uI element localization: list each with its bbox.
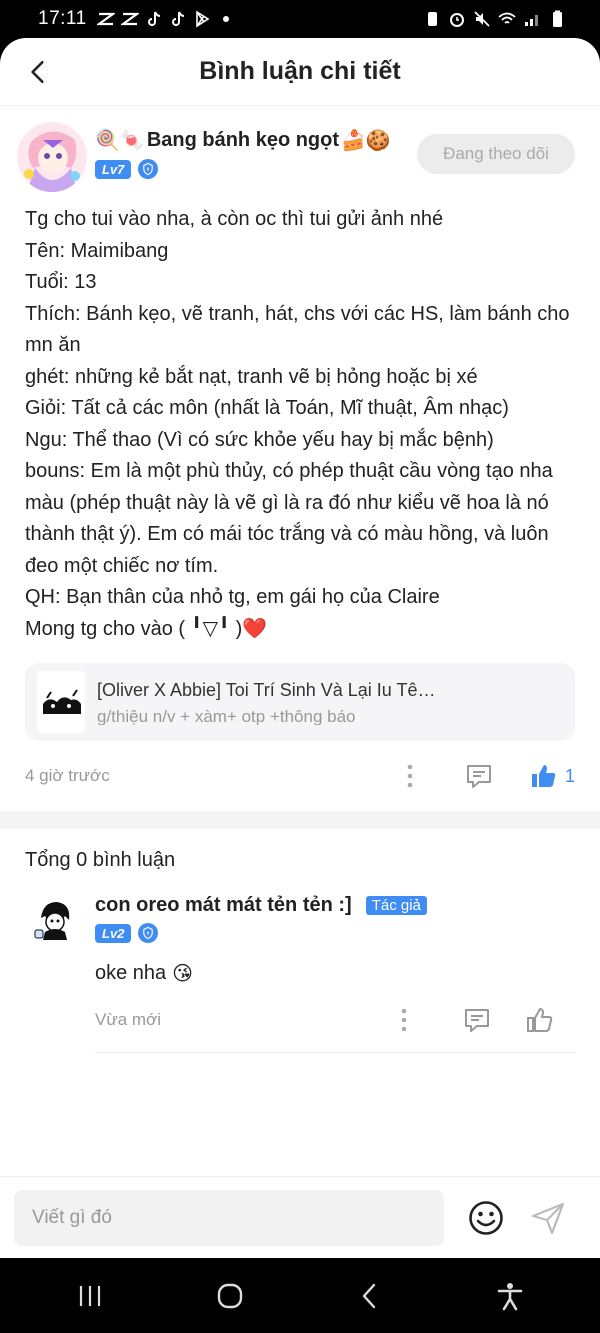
avatar[interactable] [17,122,87,192]
dot-icon [217,10,235,28]
reply-button[interactable] [465,762,493,790]
post-time: 4 giờ trước [25,766,110,785]
post-author-name[interactable]: 🍭🍬 Bang bánh kẹo ngọt 🍰🍪 [95,128,391,153]
kiss-emoji: 😘 [172,963,194,985]
header: Bình luận chi tiết [0,38,600,106]
verified-shield-icon [138,159,159,179]
comment-footer: Vừa mới [95,1006,575,1053]
like-button[interactable] [525,1006,553,1034]
send-button[interactable] [530,1200,566,1236]
content-line: Giỏi: Tất cả các môn (nhất là Toán, Mĩ t… [25,397,509,419]
linked-story-card[interactable]: [Oliver X Abbie] Toi Trí Sinh Và Lại Iu … [25,663,575,741]
tiktok-icon [145,10,163,28]
recents-icon [79,1285,101,1306]
mute-icon [473,10,491,28]
post: 🍭🍬 Bang bánh kẹo ngọt 🍰🍪 Lv7 Đang theo d… [0,106,600,811]
story-subtitle: g/thiệu n/v + xàm+ otp +thông báo [97,706,356,725]
back-nav-button[interactable] [350,1276,390,1316]
more-vertical-icon [407,764,413,788]
chevron-left-icon [31,60,44,84]
story-title: [Oliver X Abbie] Toi Trí Sinh Và Lại Iu … [97,679,436,700]
wifi-icon [498,10,516,28]
comment-item: con oreo mát mát tẻn tẻn :] Tác giả Lv2 … [25,894,575,1053]
content-line: ghét: những kẻ bắt nạt, tranh vẽ bị hỏng… [25,365,478,388]
content-line: Thích: Bánh kẹo, vẽ tranh, hát, chs với … [25,302,576,357]
accessibility-icon [497,1282,523,1310]
accessibility-button[interactable] [490,1276,530,1316]
author-badge: Tác giả [365,896,427,915]
story-thumbnail [37,671,85,733]
content-line: Tên: Maimibang [25,239,169,262]
back-button[interactable] [20,54,56,90]
signal-icon [523,10,541,28]
post-content: Tg cho tui vào nha, à còn oc thì tui gửi… [25,204,575,645]
app-surface: Bình luận chi tiết 🍭🍬 Bang bánh kẹo ngọt… [0,38,600,1258]
battery-icon [548,10,566,28]
comment-input[interactable]: Viết gì đó [14,1189,444,1246]
comment-icon [466,765,491,788]
recent-apps-button[interactable] [70,1276,110,1316]
back-icon [362,1283,376,1308]
page-title: Bình luận chi tiết [199,57,401,85]
content-line: Ngu: Thể thao (Vì có sức khỏe yếu hay bị… [25,428,494,451]
post-footer: 4 giờ trước 1 [25,741,575,811]
home-button[interactable] [210,1276,250,1316]
level-badge: Lv7 [95,159,132,179]
comment-icon [465,1009,489,1032]
like-button[interactable] [529,762,557,790]
comments-total: Tổng 0 bình luận [25,849,176,871]
alarm-icon [448,10,466,28]
play-store-icon [193,10,211,28]
thumbs-up-icon [527,1008,553,1032]
reply-button[interactable] [463,1006,491,1034]
more-vertical-icon [401,1008,407,1032]
thumbs-up-icon [531,765,556,787]
capcut-icon [96,10,115,28]
tiktok-icon [169,10,187,28]
verified-shield-icon [138,923,159,943]
system-nav-bar [0,1258,600,1333]
comments-section: Tổng 0 bình luận con oreo mát mát tẻn tẻ… [0,829,600,1053]
section-divider [0,811,600,829]
status-time: 17:11 [38,8,87,29]
following-button[interactable]: Đang theo dõi [417,134,575,174]
send-icon [531,1202,565,1234]
content-line: Tuổi: 13 [25,271,97,293]
content-line: bouns: Em là một phù thủy, có phép thuật… [25,460,559,577]
status-bar: 17:11 [0,0,600,38]
like-count: 1 [564,765,575,786]
commenter-name[interactable]: con oreo mát mát tẻn tẻn :] [95,894,352,917]
content-line: Mong tg cho vào ( ╹▽╹ )❤️ [25,617,268,640]
content-line: Tg cho tui vào nha, à còn oc thì tui gửi… [25,208,444,230]
content-line: QH: Bạn thân của nhỏ tg, em gái họ của C… [25,586,440,608]
level-badge: Lv2 [95,923,132,943]
more-button[interactable] [405,763,415,789]
capcut-icon [120,10,139,28]
comment-text: oke nha 😘 [95,962,194,985]
battery-saver-icon [423,10,441,28]
comment-time: Vừa mới [95,1010,161,1029]
more-button[interactable] [399,1007,409,1033]
avatar[interactable] [31,896,79,944]
smiley-icon [469,1200,503,1235]
comment-composer: Viết gì đó [0,1176,600,1258]
home-icon [217,1283,243,1308]
emoji-button[interactable] [468,1200,504,1236]
